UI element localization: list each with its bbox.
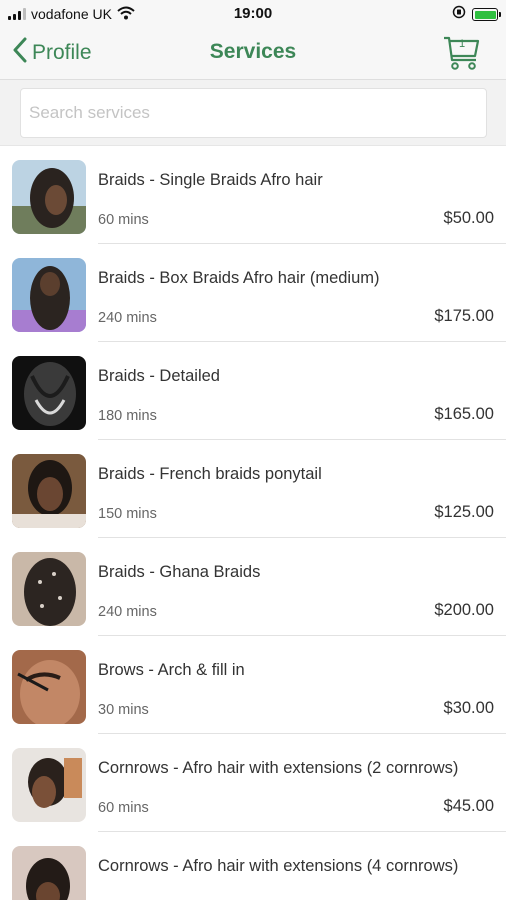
service-price: $165.00: [434, 405, 494, 423]
service-price: $125.00: [434, 503, 494, 521]
service-row[interactable]: Cornrows - Afro hair with extensions (4 …: [0, 832, 506, 900]
service-name: Braids - Single Braids Afro hair: [98, 171, 323, 189]
service-price: $175.00: [434, 307, 494, 325]
service-thumbnail: [12, 650, 86, 724]
service-name: Cornrows - Afro hair with extensions (2 …: [98, 759, 459, 777]
service-duration: 240 mins: [98, 310, 157, 326]
search-input[interactable]: [20, 88, 487, 138]
service-price: $200.00: [434, 601, 494, 619]
status-bar: vodafone UK 19:00: [0, 0, 506, 28]
service-name: Cornrows - Afro hair with extensions (4 …: [98, 857, 459, 875]
service-thumbnail: [12, 748, 86, 822]
service-name: Braids - Detailed: [98, 367, 220, 385]
orientation-lock-icon: [452, 5, 466, 24]
service-price: $45.00: [443, 797, 494, 815]
service-duration: 30 mins: [98, 702, 149, 718]
back-button[interactable]: Profile: [12, 37, 92, 69]
status-icons: [452, 5, 501, 24]
service-name: Brows - Arch & fill in: [98, 661, 245, 679]
service-thumbnail: [12, 552, 86, 626]
service-thumbnail: [12, 454, 86, 528]
service-row[interactable]: Braids - French braids ponytail 150 mins…: [0, 440, 506, 538]
service-row[interactable]: Braids - Ghana Braids 240 mins $200.00: [0, 538, 506, 636]
battery-level-fill: [474, 10, 496, 19]
service-thumbnail: [12, 258, 86, 332]
back-label: Profile: [32, 41, 92, 64]
service-row[interactable]: Braids - Detailed 180 mins $165.00: [0, 342, 506, 440]
service-duration: 180 mins: [98, 408, 157, 424]
service-row[interactable]: Braids - Box Braids Afro hair (medium) 2…: [0, 244, 506, 342]
service-duration: 240 mins: [98, 604, 157, 620]
service-price: $30.00: [443, 699, 494, 717]
service-duration: 150 mins: [98, 506, 157, 522]
service-thumbnail: [12, 356, 86, 430]
service-thumbnail: [12, 846, 86, 900]
battery-icon: [472, 8, 501, 21]
service-price: $50.00: [443, 209, 494, 227]
service-row[interactable]: Cornrows - Afro hair with extensions (2 …: [0, 734, 506, 832]
cart-button[interactable]: 1: [442, 33, 482, 73]
service-row[interactable]: Braids - Single Braids Afro hair 60 mins…: [0, 146, 506, 244]
service-thumbnail: [12, 160, 86, 234]
service-name: Braids - Box Braids Afro hair (medium): [98, 269, 380, 287]
service-duration: 60 mins: [98, 800, 149, 816]
navigation-bar: Profile Services 1: [0, 28, 506, 80]
service-name: Braids - Ghana Braids: [98, 563, 261, 581]
search-bar: [0, 80, 506, 146]
service-row[interactable]: Brows - Arch & fill in 30 mins $30.00: [0, 636, 506, 734]
service-duration: 60 mins: [98, 212, 149, 228]
cart-count-badge: 1: [458, 38, 466, 50]
clock: 19:00: [233, 5, 273, 22]
chevron-left-icon: [12, 37, 28, 69]
service-name: Braids - French braids ponytail: [98, 465, 322, 483]
services-list: Braids - Single Braids Afro hair 60 mins…: [0, 146, 506, 900]
